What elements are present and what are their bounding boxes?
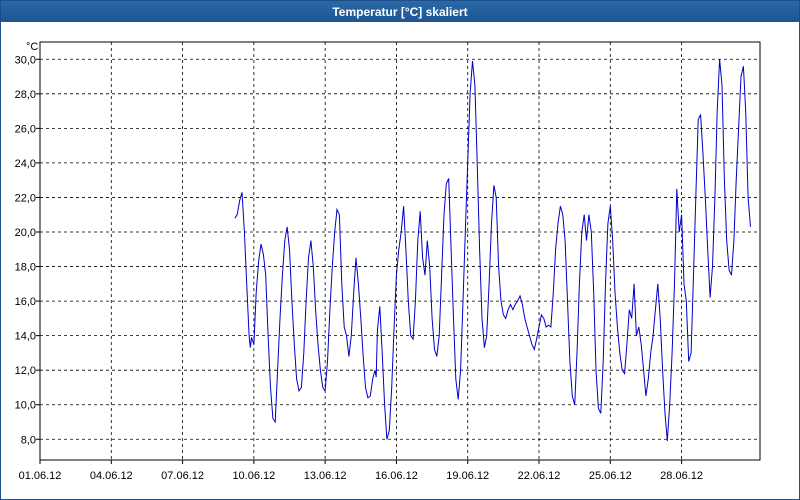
y-tick-label: 20,0	[15, 227, 36, 239]
y-tick-label: 30,0	[15, 54, 36, 66]
y-tick-label: 18,0	[15, 262, 36, 274]
plot-area	[39, 41, 761, 461]
x-axis-ticks: 01.06.12 04.06.12 07.06.12 10.06.12 13.06.12…	[19, 460, 703, 482]
y-tick-label: 10,0	[15, 400, 36, 412]
x-tick-label: 13.06.12	[304, 470, 347, 482]
y-tick-label: 28,0	[15, 89, 36, 101]
x-tick-label: 28.06.12	[660, 470, 703, 482]
x-tick-label: 16.06.12	[375, 470, 418, 482]
x-tick-label: 01.06.12	[19, 470, 62, 482]
x-tick-label: 04.06.12	[90, 470, 133, 482]
y-axis-ticks: 8,0 10,0 12,0 14,0 16,0 18,0 20,0 22,0 24,0 26,0 2…	[15, 54, 40, 446]
y-tick-label: 22,0	[15, 192, 36, 204]
y-tick-label: 14,0	[15, 331, 36, 343]
y-tick-label: 26,0	[15, 123, 36, 135]
y-tick-label: 24,0	[15, 158, 36, 170]
x-tick-label: 07.06.12	[161, 470, 204, 482]
x-tick-label: 25.06.12	[589, 470, 632, 482]
x-tick-label: 22.06.12	[518, 470, 561, 482]
x-tick-label: 10.06.12	[232, 470, 275, 482]
temperature-chart: 8,0 10,0 12,0 14,0 16,0 18,0 20,0 22,0 24,0 26,0 2…	[15, 41, 761, 482]
x-tick-label: 19.06.12	[446, 470, 489, 482]
y-tick-label: 16,0	[15, 296, 36, 308]
y-axis-unit-label: °C	[26, 41, 38, 53]
y-tick-label: 8,0	[21, 434, 36, 446]
y-tick-label: 12,0	[15, 365, 36, 377]
